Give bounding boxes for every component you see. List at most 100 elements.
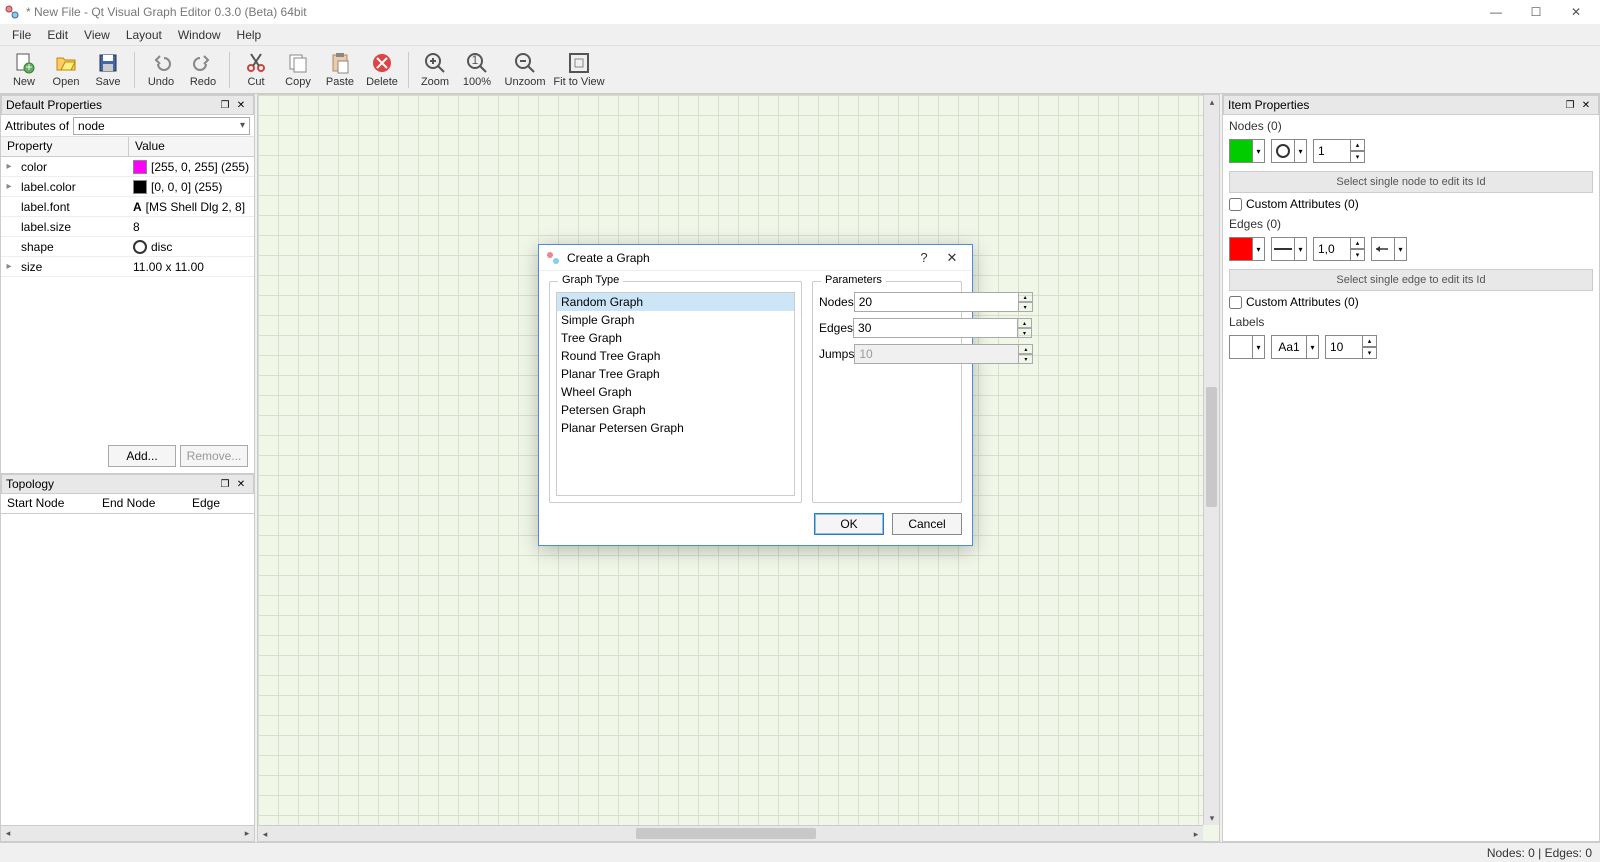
- topology-panel: Topology ❐ ✕ Start Node End Node Edge ◂ …: [0, 474, 255, 842]
- minimize-button[interactable]: —: [1476, 0, 1516, 24]
- spin-down-icon[interactable]: ▾: [1018, 328, 1032, 338]
- panel-close-button[interactable]: ✕: [233, 97, 249, 113]
- topo-col-start: Start Node: [1, 494, 96, 513]
- tool-zoom-100[interactable]: 1100%: [457, 48, 497, 92]
- tool-cut-label: Cut: [247, 76, 264, 88]
- menu-file[interactable]: File: [4, 26, 39, 44]
- graph-type-item[interactable]: Simple Graph: [557, 311, 794, 329]
- prop-name: shape: [17, 240, 129, 254]
- hscroll-thumb[interactable]: [636, 828, 816, 839]
- maximize-button[interactable]: ☐: [1516, 0, 1556, 24]
- panel-close-button[interactable]: ✕: [1578, 97, 1594, 113]
- color-swatch: [133, 160, 147, 174]
- spin-up-icon[interactable]: ▴: [1363, 335, 1377, 347]
- panel-float-button[interactable]: ❐: [217, 97, 233, 113]
- prop-row-labelfont[interactable]: label.font A[MS Shell Dlg 2, 8]: [1, 197, 254, 217]
- edge-weight-input[interactable]: [1313, 237, 1351, 261]
- tool-open[interactable]: Open: [46, 48, 86, 92]
- edge-weight-spinner[interactable]: ▴▾: [1313, 237, 1365, 261]
- undo-icon: [147, 51, 175, 75]
- zoom-reset-icon: 1: [463, 51, 491, 75]
- edge-style-picker[interactable]: ▾: [1271, 237, 1307, 261]
- topology-title: Topology: [6, 477, 217, 491]
- node-color-picker[interactable]: ▾: [1229, 139, 1265, 163]
- menubar: File Edit View Layout Window Help: [0, 24, 1600, 46]
- tool-delete[interactable]: Delete: [362, 48, 402, 92]
- spin-down-icon[interactable]: ▾: [1019, 302, 1033, 312]
- label-font-picker[interactable]: Aa1▾: [1271, 335, 1319, 359]
- prop-row-size[interactable]: ▸ size 11.00 x 11.00: [1, 257, 254, 277]
- node-custom-attr-checkbox[interactable]: [1229, 198, 1242, 211]
- panel-close-button[interactable]: ✕: [233, 476, 249, 492]
- close-button[interactable]: ✕: [1556, 0, 1596, 24]
- param-edges-input[interactable]: [853, 318, 1018, 338]
- graph-type-item[interactable]: Wheel Graph: [557, 383, 794, 401]
- prop-row-color[interactable]: ▸ color [255, 0, 255] (255): [1, 157, 254, 177]
- tool-unzoom[interactable]: Unzoom: [499, 48, 551, 92]
- menu-help[interactable]: Help: [229, 26, 270, 44]
- graph-type-list[interactable]: Random GraphSimple GraphTree GraphRound …: [556, 292, 795, 496]
- tool-cut[interactable]: Cut: [236, 48, 276, 92]
- dialog-cancel-button[interactable]: Cancel: [892, 513, 962, 535]
- label-size-input[interactable]: [1325, 335, 1363, 359]
- zoom-out-icon: [511, 51, 539, 75]
- label-color-picker[interactable]: ▾: [1229, 335, 1265, 359]
- prop-row-shape[interactable]: shape disc: [1, 237, 254, 257]
- spin-down-icon[interactable]: ▾: [1351, 249, 1365, 261]
- edge-custom-attr-checkbox[interactable]: [1229, 296, 1242, 309]
- topology-hscrollbar[interactable]: ◂ ▸: [1, 825, 254, 841]
- chevron-down-icon: ▾: [1295, 139, 1307, 163]
- circle-icon: [1271, 139, 1295, 163]
- menu-window[interactable]: Window: [170, 26, 229, 44]
- tool-undo[interactable]: Undo: [141, 48, 181, 92]
- spin-down-icon[interactable]: ▾: [1351, 151, 1365, 163]
- param-nodes-spinner[interactable]: ▴▾: [854, 292, 1033, 312]
- tool-zoom[interactable]: Zoom: [415, 48, 455, 92]
- graph-type-item[interactable]: Planar Petersen Graph: [557, 419, 794, 437]
- param-nodes-input[interactable]: [854, 292, 1019, 312]
- spin-up-icon[interactable]: ▴: [1018, 318, 1032, 328]
- menu-view[interactable]: View: [76, 26, 118, 44]
- tool-redo[interactable]: Redo: [183, 48, 223, 92]
- node-size-input[interactable]: [1313, 139, 1351, 163]
- graph-type-item[interactable]: Planar Tree Graph: [557, 365, 794, 383]
- vscroll-thumb[interactable]: [1206, 387, 1217, 507]
- dialog-ok-button[interactable]: OK: [814, 513, 884, 535]
- panel-float-button[interactable]: ❐: [217, 476, 233, 492]
- dialog-help-button[interactable]: ?: [910, 247, 938, 269]
- tool-fit[interactable]: Fit to View: [553, 48, 605, 92]
- canvas-vscrollbar[interactable]: ▴ ▾: [1203, 95, 1219, 825]
- dialog-close-button[interactable]: ✕: [938, 247, 966, 269]
- graph-type-item[interactable]: Tree Graph: [557, 329, 794, 347]
- menu-edit[interactable]: Edit: [39, 26, 76, 44]
- add-button[interactable]: Add...: [108, 445, 176, 467]
- tool-new[interactable]: +New: [4, 48, 44, 92]
- node-size-spinner[interactable]: ▴▾: [1313, 139, 1365, 163]
- spin-up-icon[interactable]: ▴: [1019, 292, 1033, 302]
- prop-row-labelcolor[interactable]: ▸ label.color [0, 0, 0] (255): [1, 177, 254, 197]
- edge-color-picker[interactable]: ▾: [1229, 237, 1265, 261]
- param-jumps-spinner: ▴▾: [854, 344, 1033, 364]
- menu-layout[interactable]: Layout: [118, 26, 170, 44]
- svg-text:+: +: [25, 60, 32, 74]
- param-jumps-input: [854, 344, 1019, 364]
- canvas-hscrollbar[interactable]: ◂ ▸: [258, 825, 1203, 841]
- tool-save[interactable]: Save: [88, 48, 128, 92]
- attributes-of-combo[interactable]: node: [73, 117, 250, 135]
- tool-copy[interactable]: Copy: [278, 48, 318, 92]
- graph-type-item[interactable]: Round Tree Graph: [557, 347, 794, 365]
- prop-row-labelsize[interactable]: label.size 8: [1, 217, 254, 237]
- graph-type-item[interactable]: Random Graph: [557, 293, 794, 311]
- param-edges-spinner[interactable]: ▴▾: [853, 318, 1032, 338]
- param-nodes-label: Nodes: [819, 295, 854, 309]
- graph-type-item[interactable]: Petersen Graph: [557, 401, 794, 419]
- edge-direction-picker[interactable]: ▾: [1371, 237, 1407, 261]
- panel-float-button[interactable]: ❐: [1562, 97, 1578, 113]
- dialog-titlebar[interactable]: Create a Graph ? ✕: [539, 245, 972, 271]
- label-size-spinner[interactable]: ▴▾: [1325, 335, 1377, 359]
- spin-down-icon[interactable]: ▾: [1363, 347, 1377, 359]
- spin-up-icon[interactable]: ▴: [1351, 237, 1365, 249]
- tool-paste[interactable]: Paste: [320, 48, 360, 92]
- node-shape-picker[interactable]: ▾: [1271, 139, 1307, 163]
- spin-up-icon[interactable]: ▴: [1351, 139, 1365, 151]
